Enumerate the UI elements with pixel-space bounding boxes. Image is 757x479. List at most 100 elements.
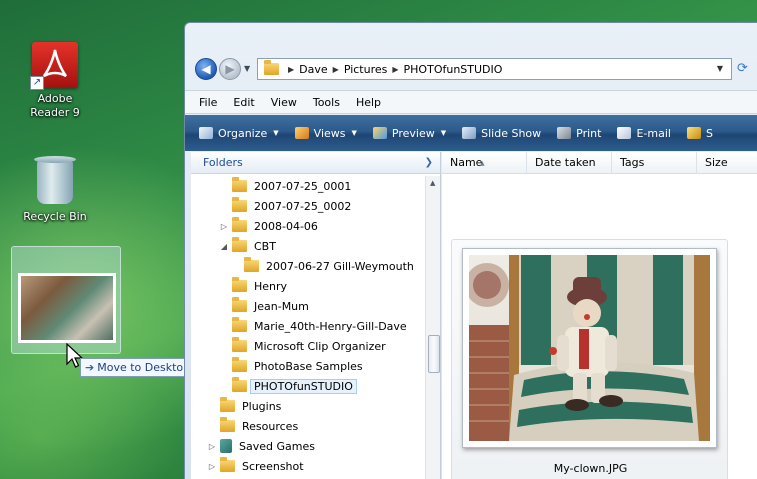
- menu-help[interactable]: Help: [356, 96, 381, 109]
- expand-arrow-icon[interactable]: ▷: [207, 462, 217, 471]
- breadcrumb-dave[interactable]: Dave: [299, 63, 328, 76]
- drag-preview-thumbnail: [18, 273, 116, 343]
- tree-item[interactable]: PhotoBase Samples: [219, 356, 363, 376]
- scrollbar-thumb[interactable]: [428, 335, 440, 373]
- print-button[interactable]: Print: [557, 127, 601, 140]
- menu-file[interactable]: File: [199, 96, 217, 109]
- chevron-down-icon: ▼: [351, 129, 357, 137]
- back-button[interactable]: ◀: [195, 58, 217, 80]
- folder-icon: [232, 277, 247, 292]
- views-button[interactable]: Views ▼: [294, 126, 357, 140]
- folders-header[interactable]: Folders ❯: [191, 152, 440, 174]
- tree-item-label: 2007-07-25_0002: [254, 199, 352, 213]
- column-header-size[interactable]: Size: [697, 152, 757, 174]
- column-header-label: Size: [705, 156, 728, 169]
- tree-item-label: Resources: [242, 419, 299, 433]
- folder-icon: [232, 297, 247, 312]
- drag-tooltip-text: Move to Desktop: [97, 361, 191, 374]
- address-dropdown-icon[interactable]: ▼: [717, 64, 723, 73]
- email-button[interactable]: E-mail: [617, 127, 671, 140]
- folder-icon: [244, 257, 259, 272]
- tree-item[interactable]: Resources: [207, 416, 298, 436]
- breadcrumb-separator-icon[interactable]: ▶: [288, 65, 294, 74]
- menu-tools[interactable]: Tools: [313, 96, 340, 109]
- tree-item-label: Saved Games: [239, 439, 315, 453]
- slide-show-button[interactable]: Slide Show: [462, 127, 541, 140]
- breadcrumb-photofunstudio[interactable]: PHOTOfunSTUDIO: [404, 63, 503, 76]
- expand-arrow-icon[interactable]: ▷: [207, 442, 217, 451]
- tree-item-label: Screenshot: [242, 459, 304, 473]
- organize-button[interactable]: Organize ▼: [199, 127, 279, 140]
- desktop-icon-adobe-reader[interactable]: ↗ Adobe Reader 9: [10, 42, 100, 120]
- share-label: S: [705, 126, 713, 140]
- column-header-label: Date taken: [535, 156, 596, 169]
- file-list-scroll-area: [734, 174, 757, 479]
- expand-arrow-icon[interactable]: ▷: [219, 222, 229, 231]
- tree-item[interactable]: ▷ Saved Games: [207, 436, 315, 456]
- folder-icon: [232, 337, 247, 352]
- breadcrumb-pictures[interactable]: Pictures: [344, 63, 388, 76]
- folder-icon: [220, 417, 235, 432]
- saved-games-icon: [220, 439, 232, 453]
- slide-show-label: Slide Show: [481, 126, 542, 140]
- folder-icon: [232, 197, 247, 212]
- tree-item[interactable]: Jean-Mum: [219, 296, 309, 316]
- breadcrumb-separator-icon[interactable]: ▶: [333, 65, 339, 74]
- tree-item-label: Microsoft Clip Organizer: [254, 339, 386, 353]
- scroll-up-icon[interactable]: ▲: [430, 179, 435, 187]
- share-button[interactable]: S: [686, 126, 713, 140]
- chevron-down-icon[interactable]: ❯: [425, 152, 433, 174]
- organize-icon: [199, 127, 213, 139]
- desktop-icon-label: Recycle Bin: [23, 210, 87, 223]
- preview-button[interactable]: Preview ▼: [372, 127, 446, 140]
- views-icon: [294, 127, 309, 139]
- forward-button[interactable]: ▶: [219, 58, 241, 80]
- views-label: Views: [313, 126, 346, 140]
- folder-tree-scrollbar[interactable]: ▲: [425, 176, 440, 479]
- desktop-icon-label: Adobe: [37, 92, 73, 105]
- menu-view[interactable]: View: [271, 96, 297, 109]
- breadcrumb-separator-icon[interactable]: ▶: [392, 65, 398, 74]
- column-header-label: Tags: [620, 156, 645, 169]
- tree-item[interactable]: ▷ Screenshot: [207, 456, 304, 476]
- clown-photo-image: [469, 255, 710, 441]
- address-bar-area: ◀ ▶ ▼ ▶ Dave ▶ Pictures ▶ PHOTOfunSTUDIO…: [185, 51, 757, 87]
- printer-icon: [557, 127, 572, 139]
- column-header-tags[interactable]: Tags: [612, 152, 697, 174]
- menu-bar: File Edit View Tools Help: [185, 90, 757, 114]
- address-bar[interactable]: ▶ Dave ▶ Pictures ▶ PHOTOfunSTUDIO ▼: [257, 58, 732, 80]
- envelope-icon: [617, 127, 632, 139]
- tree-item[interactable]: Microsoft Clip Organizer: [219, 336, 386, 356]
- tree-item-selected[interactable]: PHOTOfunSTUDIO: [219, 376, 357, 396]
- tree-item[interactable]: 2007-07-25_0001: [219, 176, 351, 196]
- desktop-icon-recycle-bin[interactable]: Recycle Bin: [10, 156, 100, 224]
- tree-item[interactable]: Plugins: [207, 396, 281, 416]
- adobe-reader-icon: ↗: [30, 42, 78, 90]
- drag-tooltip: ➔ Move to Desktop: [80, 358, 197, 377]
- file-list-pane: Name ▲ Date taken Tags Size My-clown.JPG: [442, 152, 757, 479]
- tree-item-label: Henry: [254, 279, 288, 293]
- menu-edit[interactable]: Edit: [233, 96, 254, 109]
- tree-item[interactable]: ▷ 2008-04-06: [219, 216, 318, 236]
- move-arrow-icon: ➔: [85, 361, 95, 374]
- tree-item[interactable]: ◢ CBT: [219, 236, 276, 256]
- refresh-icon[interactable]: ⟳: [737, 61, 748, 76]
- tree-item[interactable]: 2007-07-25_0002: [219, 196, 351, 216]
- tree-item[interactable]: 2007-06-27 Gill-Weymouth: [231, 256, 414, 276]
- folder-icon: [232, 317, 247, 332]
- navigation-pane: Folders ❯ 2007-07-25_0001 2007-07-25_000…: [191, 152, 441, 479]
- recent-pages-dropdown-icon[interactable]: ▼: [244, 64, 250, 73]
- collapse-arrow-icon[interactable]: ◢: [219, 242, 229, 251]
- photo-thumbnail[interactable]: [462, 248, 717, 448]
- column-header-date-taken[interactable]: Date taken: [527, 152, 612, 174]
- folder-icon: [232, 217, 247, 232]
- file-tile-selected[interactable]: My-clown.JPG: [451, 239, 728, 479]
- file-name-label: My-clown.JPG: [553, 462, 628, 475]
- tree-item[interactable]: Marie_40th-Henry-Gill-Dave: [219, 316, 407, 336]
- tree-item[interactable]: Henry: [219, 276, 287, 296]
- email-label: E-mail: [636, 126, 671, 140]
- folder-icon: [220, 397, 235, 412]
- shortcut-arrow-icon: ↗: [30, 76, 44, 90]
- column-header-name[interactable]: Name ▲: [442, 152, 527, 174]
- tree-item-label: 2008-04-06: [254, 219, 318, 233]
